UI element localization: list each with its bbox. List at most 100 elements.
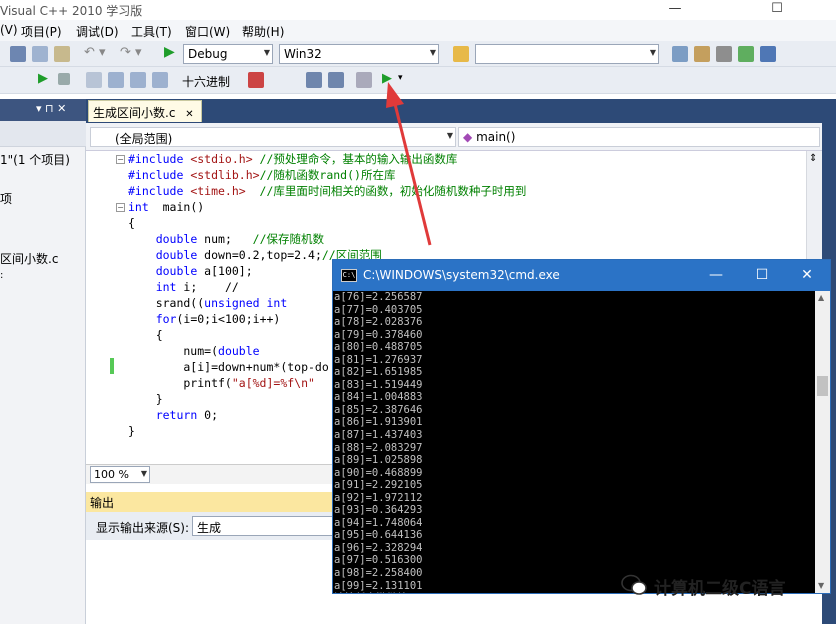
menu-tools[interactable]: 工具(T) [131, 23, 172, 40]
find-combo[interactable]: ▼ [475, 44, 659, 64]
menu-view[interactable]: (V) [0, 23, 18, 37]
step-into-icon[interactable] [108, 72, 124, 88]
console-line: a[93]=0.364293 [334, 504, 423, 517]
step-out-icon[interactable] [152, 72, 168, 88]
source-file-item[interactable]: 区间小数.c [0, 250, 58, 267]
menu-window[interactable]: 窗口(W) [185, 23, 230, 40]
hex-toggle-button[interactable]: 十六进制 [182, 73, 230, 90]
arrow-shaft [392, 99, 432, 246]
solution-explorer-icon[interactable] [672, 46, 688, 62]
console-line: a[82]=1.651985 [334, 366, 423, 379]
paste-icon[interactable] [54, 46, 70, 62]
code-token: srand(( [128, 296, 205, 310]
continue-icon[interactable]: ▶ [38, 71, 48, 86]
arrow-head [386, 82, 404, 108]
platform-dropdown[interactable]: Win32 ▼ [279, 44, 439, 64]
tools-icon[interactable] [716, 46, 732, 62]
console-scrollbar[interactable]: ▲ ▼ [815, 291, 830, 593]
find-in-files-icon[interactable] [453, 46, 469, 62]
solution-label[interactable]: 1"(1 个项目) [0, 151, 70, 168]
console-close-button[interactable]: ✕ [784, 260, 830, 291]
code-token: int [155, 280, 177, 294]
console-output: a[76]=2.256587 a[77]=0.403705 a[78]=2.0283… [333, 291, 815, 593]
step-over-icon[interactable] [130, 72, 146, 88]
class-view-icon[interactable] [760, 46, 776, 62]
collapse-icon[interactable]: − [116, 203, 125, 212]
split-icon[interactable]: ⇕ [809, 153, 817, 164]
member-dropdown[interactable]: ◆ main() [458, 127, 820, 147]
console-line: a[85]=2.387646 [334, 403, 423, 416]
chevron-down-icon: ▼ [446, 131, 453, 140]
platform-value: Win32 [284, 47, 322, 61]
config-dropdown[interactable]: Debug ▼ [183, 44, 273, 64]
pin-icon[interactable]: ▾ ⊓ ✕ [36, 102, 66, 115]
collapse-icon[interactable]: − [116, 155, 125, 164]
panel-toolbar [0, 121, 86, 147]
menu-help[interactable]: 帮助(H) [242, 23, 284, 40]
zoom-dropdown[interactable]: 100 % ▼ [90, 466, 150, 483]
show-next-statement-icon[interactable] [86, 72, 102, 88]
comment-icon[interactable] [356, 72, 372, 88]
title-bar: Visual C++ 2010 学习版 — ☐ [0, 0, 836, 20]
code-token: //保存随机数 [252, 232, 324, 246]
menu-project[interactable]: 项目(P) [21, 23, 62, 40]
code-token: a[i]=down+num*(top-do [128, 360, 329, 374]
code-line: double a[100]; [128, 263, 253, 279]
menu-debug[interactable]: 调试(D) [76, 23, 119, 40]
console-line: a[78]=2.028376 [334, 316, 423, 329]
scroll-up-icon[interactable]: ▲ [818, 293, 824, 302]
output-source-dropdown[interactable]: 生成 [192, 516, 336, 536]
console-line: a[91]=2.292105 [334, 479, 423, 492]
code-token: unsigned int [204, 296, 288, 310]
console-line: a[90]=0.468899 [334, 466, 423, 479]
console-title-bar[interactable]: C:\ C:\WINDOWS\system32\cmd.exe — ☐ ✕ [333, 260, 830, 291]
properties-icon[interactable] [694, 46, 710, 62]
minimize-button[interactable]: — [652, 0, 698, 20]
console-window[interactable]: C:\ C:\WINDOWS\system32\cmd.exe — ☐ ✕ a[… [332, 259, 831, 594]
breakpoints-icon[interactable] [248, 72, 264, 88]
console-icon: C:\ [341, 269, 357, 282]
stop-icon[interactable] [58, 73, 70, 85]
code-line: return 0; [128, 407, 218, 423]
cut-icon[interactable] [10, 46, 26, 62]
scroll-down-icon[interactable]: ▼ [818, 581, 824, 590]
copy-icon[interactable] [32, 46, 48, 62]
console-line: a[96]=2.328294 [334, 541, 423, 554]
code-line: } [128, 391, 163, 407]
maximize-button[interactable]: ☐ [754, 0, 800, 20]
code-token: down=0.2,top=2.4; [197, 248, 322, 262]
code-line: int main() [128, 199, 204, 215]
code-line: #include <time.h> //库里面时间相关的函数，初始化随机数种子时… [128, 183, 526, 199]
member-value: main() [476, 130, 516, 144]
output-panel-header: 输出 [86, 492, 336, 512]
scroll-thumb[interactable] [817, 376, 828, 396]
registers-icon[interactable] [328, 72, 344, 88]
code-line: for(i=0;i<100;i++) [128, 311, 281, 327]
code-token: } [128, 392, 163, 406]
output-source-label: 显示输出来源(S): [96, 521, 190, 535]
tab-source-file[interactable]: 生成区间小数.c ✕ [88, 100, 202, 122]
console-maximize-button[interactable]: ☐ [739, 260, 785, 291]
start-debug-icon[interactable]: ▶ [164, 44, 175, 60]
toolbox-icon[interactable] [738, 46, 754, 62]
output-content[interactable] [86, 540, 336, 624]
code-token: int [128, 200, 149, 214]
console-line: a[76]=2.256587 [334, 291, 423, 303]
tree-item[interactable]: 项 [0, 190, 12, 207]
console-minimize-button[interactable]: — [693, 260, 739, 291]
code-token: double [155, 264, 198, 278]
code-token: double [155, 248, 198, 262]
code-line: int i; // [128, 279, 239, 295]
undo-icon[interactable]: ↶ ▾ [84, 45, 106, 60]
menu-bar: (V) 项目(P) 调试(D) 工具(T) 窗口(W) 帮助(H) [0, 20, 836, 41]
zoom-value: 100 % [94, 468, 129, 481]
code-token: #include [128, 152, 191, 166]
redo-icon[interactable]: ↷ ▾ [120, 45, 142, 60]
code-token: double [155, 232, 198, 246]
method-icon: ◆ [463, 130, 473, 144]
memory-icon[interactable] [306, 72, 322, 88]
close-icon[interactable]: ✕ [185, 109, 193, 120]
